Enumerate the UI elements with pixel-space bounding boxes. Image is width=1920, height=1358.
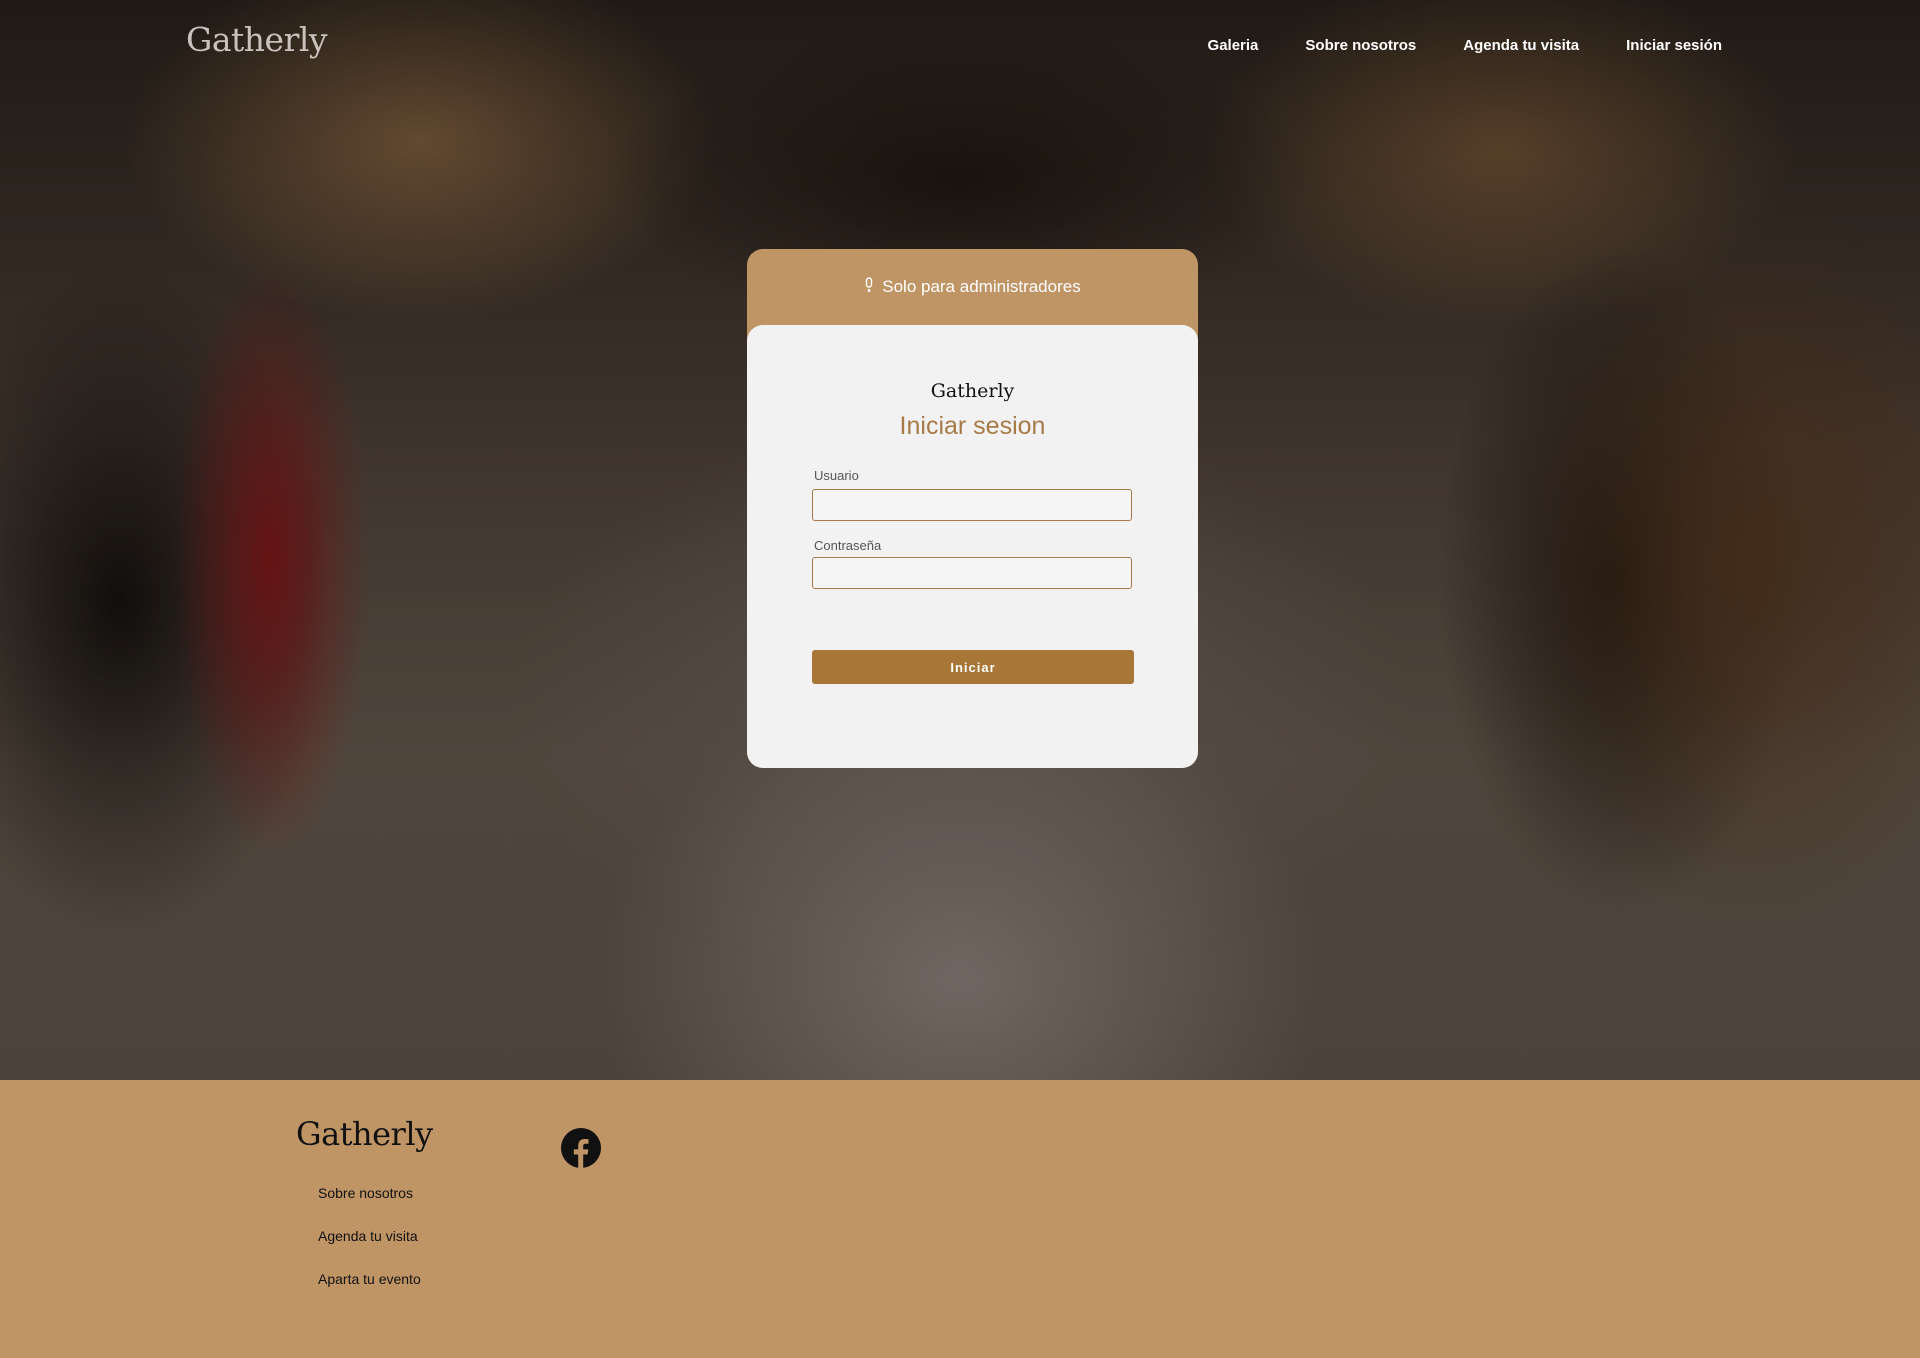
footer-link-sobre-nosotros[interactable]: Sobre nosotros [318,1185,421,1228]
facebook-icon[interactable] [561,1128,601,1168]
login-submit-button[interactable]: Iniciar [812,650,1134,684]
footer-link-agenda[interactable]: Agenda tu visita [318,1228,421,1271]
nav-iniciar-sesion-link[interactable]: Iniciar sesión [1626,37,1722,54]
nav-galeria-link[interactable]: Galeria [1208,37,1259,54]
login-form: Gatherly Iniciar sesion Usuario Contrase… [747,325,1198,768]
username-input[interactable] [812,489,1132,521]
password-input[interactable] [812,557,1132,589]
top-navigation: Gatherly Galeria Sobre nosotros Agenda t… [0,0,1920,94]
main-nav: Galeria Sobre nosotros Agenda tu visita … [1208,37,1722,54]
nav-agenda-link[interactable]: Agenda tu visita [1463,37,1579,54]
info-icon [864,276,874,298]
login-card: Solo para administradores Gatherly Inici… [747,249,1198,768]
footer-logo: Gatherly [296,1115,433,1153]
password-label: Contraseña [814,538,882,553]
login-title: Iniciar sesion [899,412,1046,440]
admin-notice: Solo para administradores [747,249,1198,325]
footer-links: Sobre nosotros Agenda tu visita Aparta t… [318,1185,421,1314]
nav-sobre-nosotros-link[interactable]: Sobre nosotros [1305,37,1416,54]
site-footer: Gatherly Sobre nosotros Agenda tu visita… [0,1080,1920,1358]
admin-notice-text: Solo para administradores [882,277,1081,296]
card-logo: Gatherly [930,380,1015,402]
site-logo[interactable]: Gatherly [186,20,328,59]
username-label: Usuario [814,468,859,483]
footer-link-aparta-evento[interactable]: Aparta tu evento [318,1271,421,1314]
